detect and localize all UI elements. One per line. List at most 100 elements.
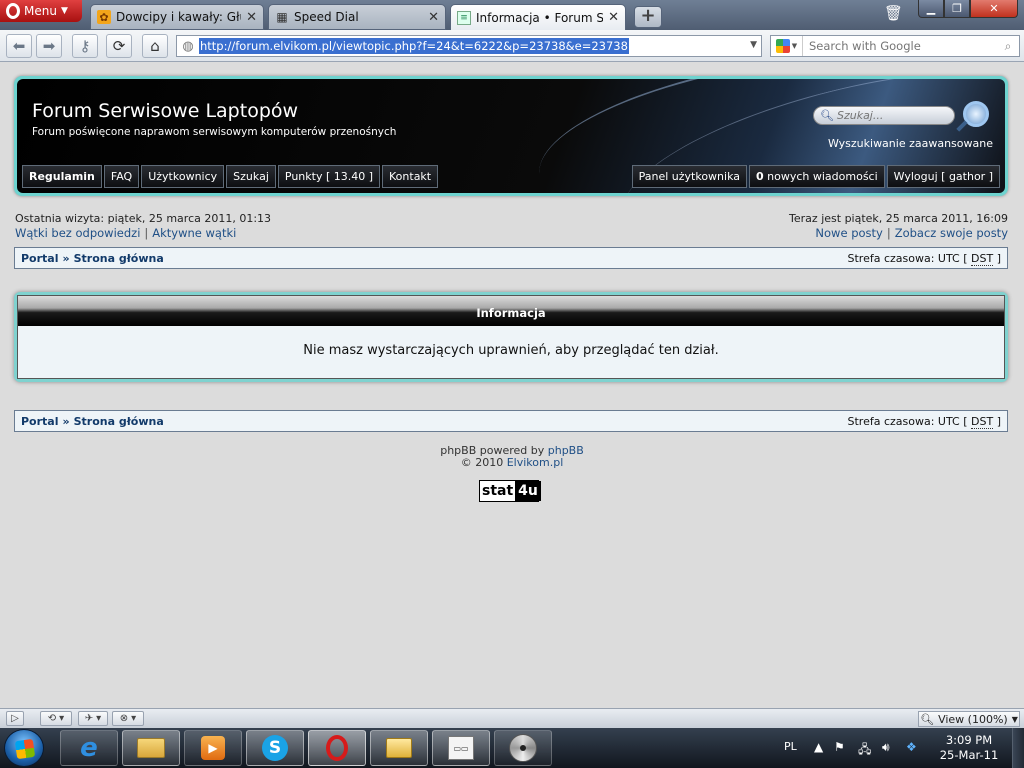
url-text[interactable]: http://forum.elvikom.pl/viewtopic.php?f=… (199, 38, 629, 54)
menu-faq[interactable]: FAQ (103, 165, 140, 188)
tab-dowcipy[interactable]: ✿ Dowcipy i kawały: Głupie ✕ (90, 4, 264, 30)
messages-label: nowych wiadomości (763, 170, 878, 183)
action-center-flag-icon[interactable]: ⚑ (834, 740, 845, 754)
close-tab-icon[interactable]: ✕ (608, 10, 619, 25)
elvikom-link[interactable]: Elvikom.pl (507, 456, 564, 469)
application-window-icon: ▭▭ (448, 736, 474, 760)
chevron-down-icon: ▾ (59, 713, 65, 724)
tab-speed-dial[interactable]: ▦ Speed Dial ✕ (268, 4, 446, 30)
right-quick-links: Nowe posty | Zobacz swoje posty (815, 226, 1008, 240)
language-indicator[interactable]: PL (784, 740, 797, 753)
taskbar-app[interactable]: ▭▭ (432, 730, 490, 766)
tab-title: Speed Dial (294, 10, 359, 24)
new-posts-link[interactable]: Nowe posty (815, 226, 882, 240)
system-clock[interactable]: 3:09 PM 25-Mar-11 (930, 733, 1008, 763)
browser-tab-bar: Menu ▼ ✿ Dowcipy i kawały: Głupie ✕ ▦ Sp… (0, 0, 1024, 31)
address-bar[interactable]: ◍ http://forum.elvikom.pl/viewtopic.php?… (176, 35, 762, 57)
page-viewport: Forum Serwisowe Laptopów Forum poświęcon… (0, 62, 1024, 708)
taskbar-ie[interactable]: e (60, 730, 118, 766)
breadcrumb-home[interactable]: Strona główna (74, 252, 164, 265)
home-button[interactable]: ⌂ (142, 34, 168, 58)
forward-button[interactable]: ➡ (36, 34, 62, 58)
mail-icon (386, 738, 412, 758)
unanswered-topics-link[interactable]: Wątki bez odpowiedzi (15, 226, 140, 240)
close-tab-icon[interactable]: ✕ (246, 10, 257, 25)
internet-explorer-icon: e (80, 733, 98, 763)
info-panel-title: Informacja (18, 296, 1004, 326)
breadcrumb-portal[interactable]: Portal (21, 415, 59, 428)
timezone-prefix: Strefa czasowa: UTC [ (847, 414, 972, 428)
minimize-button[interactable]: ▁ (918, 0, 944, 18)
reload-button[interactable]: ⟳ (106, 34, 132, 58)
start-button[interactable] (4, 729, 44, 767)
zoom-icon: 🔍︎ (920, 712, 935, 726)
taskbar-mail[interactable] (370, 730, 428, 766)
counter-text-b: 4u (515, 481, 541, 501)
forum-search-input[interactable] (836, 109, 955, 122)
chevron-down-icon[interactable]: ▼ (750, 40, 757, 50)
taskbar-explorer[interactable] (122, 730, 180, 766)
skype-icon: S (262, 735, 288, 761)
taskbar-skype[interactable]: S (246, 730, 304, 766)
own-posts-link[interactable]: Zobacz swoje posty (895, 226, 1008, 240)
back-button[interactable]: ⬅ (6, 34, 32, 58)
close-window-button[interactable]: ✕ (970, 0, 1018, 18)
clock-date: 25-Mar-11 (939, 748, 999, 762)
windows-taskbar: e ▶ S ▭▭ PL ▲ ⚑ 🖧︎ 🔊︎ ❖ 3:09 PM 25-Mar-1… (0, 728, 1024, 768)
taskbar-media-player[interactable]: ▶ (184, 730, 242, 766)
breadcrumb-home[interactable]: Strona główna (74, 415, 164, 428)
zoom-label: View (100%) (938, 712, 1008, 726)
speed-dial-grid-icon: ▦ (276, 10, 288, 24)
menu-user-panel[interactable]: Panel użytkownika (631, 165, 747, 188)
taskbar-dvd[interactable] (494, 730, 552, 766)
new-tab-button[interactable]: + (634, 6, 662, 28)
maximize-button[interactable]: ❐ (944, 0, 970, 18)
advanced-search-link[interactable]: Wyszukiwanie zaawansowane (828, 137, 993, 150)
wand-button[interactable]: ⚷ (72, 34, 98, 58)
site-title[interactable]: Forum Serwisowe Laptopów (32, 100, 298, 122)
sync-button[interactable]: ⟲ ▾ (40, 711, 72, 726)
trash-icon[interactable]: 🗑 (884, 4, 903, 26)
show-desktop-button[interactable] (1012, 728, 1024, 768)
forum-search-field[interactable]: 🔍︎ (813, 106, 955, 125)
stat4u-counter-badge[interactable]: stat 4u (479, 480, 541, 502)
close-tab-icon[interactable]: ✕ (428, 10, 439, 25)
sync-icon: ⟲ (47, 713, 57, 724)
menu-regulamin[interactable]: Regulamin (22, 165, 102, 188)
search-box[interactable]: ▼ ⌕ (770, 35, 1020, 57)
menu-contact[interactable]: Kontakt (382, 165, 439, 188)
timezone-info: Strefa czasowa: UTC [ DST ] (847, 414, 1001, 429)
site-description: Forum poświęcone naprawom serwisowym kom… (32, 126, 397, 138)
left-quick-links: Wątki bez odpowiedzi | Aktywne wątki (15, 226, 236, 240)
network-icon[interactable]: 🖧︎ (858, 740, 871, 761)
opera-menu-button[interactable]: Menu ▼ (0, 0, 82, 22)
menu-users[interactable]: Użytkownicy (141, 165, 225, 188)
menu-messages[interactable]: 0 nowych wiadomości (749, 165, 885, 188)
link-separator: | (144, 226, 149, 240)
menu-search[interactable]: Szukaj (226, 165, 276, 188)
zoom-control[interactable]: 🔍︎ View (100%) ▼ (918, 711, 1020, 727)
tray-expand-icon[interactable]: ▲ (814, 740, 823, 754)
volume-icon[interactable]: 🔊︎ (882, 740, 890, 755)
google-engine-icon[interactable]: ▼ (771, 36, 803, 56)
chevron-down-icon: ▾ (96, 713, 102, 724)
reload-icon: ⟳ (112, 37, 126, 55)
breadcrumb-bottom: Portal » Strona główna Strefa czasowa: U… (14, 410, 1008, 432)
dropbox-icon[interactable]: ❖ (906, 740, 917, 754)
menu-logout[interactable]: Wyloguj [ gathor ] (886, 165, 1000, 188)
turbo-button[interactable]: ✈ ▾ (78, 711, 108, 726)
messages-count: 0 (756, 170, 764, 183)
unite-button[interactable]: ⊗ ▾ (112, 711, 144, 726)
panel-toggle-button[interactable]: ▷ (6, 711, 24, 726)
search-icon[interactable]: ⌕ (997, 39, 1019, 54)
browser-toolbar: ⬅ ➡ ⚷ ⟳ ⌂ ◍ http://forum.elvikom.pl/view… (0, 30, 1024, 62)
taskbar-opera[interactable] (308, 730, 366, 766)
breadcrumb-portal[interactable]: Portal (21, 252, 59, 265)
search-input[interactable] (803, 39, 997, 53)
tab-informacja[interactable]: ≡ Informacja • Forum Ser... ✕ (450, 4, 626, 31)
breadcrumb-arrow: » (62, 414, 70, 428)
magnifier-icon[interactable] (963, 101, 989, 127)
menu-points[interactable]: Punkty [ 13.40 ] (277, 165, 381, 188)
active-topics-link[interactable]: Aktywne wątki (152, 226, 236, 240)
opera-icon (326, 735, 348, 761)
